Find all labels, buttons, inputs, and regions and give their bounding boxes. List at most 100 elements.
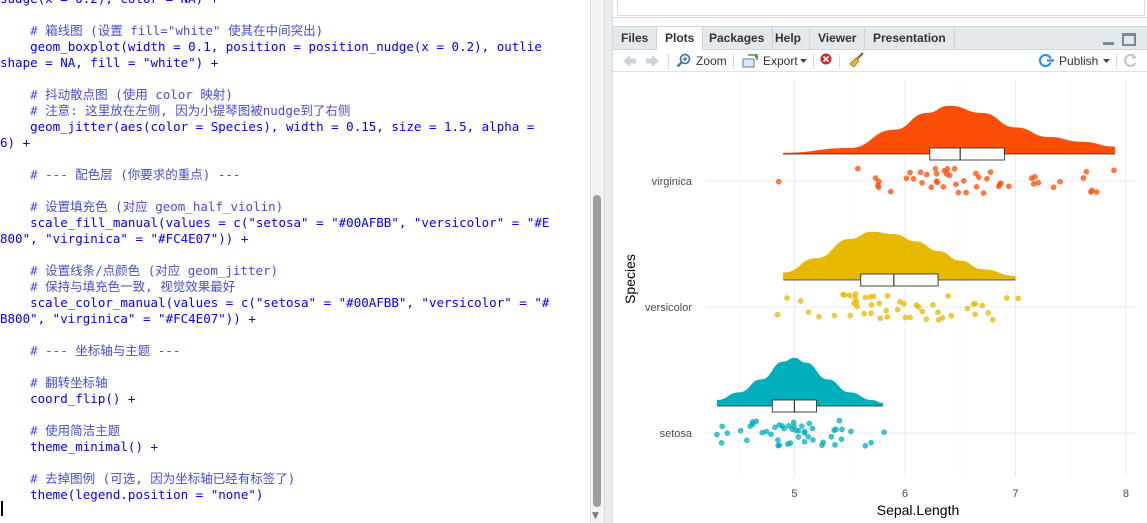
code-line[interactable]: # 去掉图例 (可选, 因为坐标轴已经有标签了) [0, 471, 590, 487]
x-tick-label: 8 [1123, 488, 1129, 500]
code-line[interactable]: # 抖动散点图 (使用 color 映射) [0, 87, 590, 103]
arrow-left-icon[interactable] [621, 54, 637, 70]
code-line[interactable]: coord_flip() + [0, 391, 590, 407]
point-virginica [1080, 175, 1087, 181]
export-icon[interactable] [742, 54, 759, 70]
code-line[interactable]: theme(legend.position = "none") [0, 487, 590, 503]
broom-icon[interactable] [849, 52, 865, 68]
point-virginica [1006, 183, 1012, 190]
code-line[interactable]: theme_minimal() + [0, 439, 590, 455]
code-line[interactable]: # --- 配色层 (你要求的重点) --- [0, 167, 590, 183]
point-virginica [888, 188, 894, 195]
toolbar-separator [1116, 54, 1117, 68]
publish-button[interactable]: Publish [1059, 53, 1098, 69]
point-versicolor [816, 313, 822, 320]
code-line[interactable]: # 注意: 这里放在左侧, 因为小提琴图被nudge到了右侧 [0, 103, 590, 119]
arrow-right-icon[interactable] [645, 54, 661, 70]
tab-files[interactable]: Files [613, 27, 658, 50]
code-line[interactable]: # 翻转坐标轴 [0, 375, 590, 391]
code-lines[interactable]: sudge(x = 0.2), color = NA) + # 箱线图 (设置 … [0, 0, 590, 503]
tab-plots[interactable]: Plots [657, 27, 704, 51]
files-pane-tabbar: Files Plots Packages Help Viewer Present… [613, 26, 1147, 51]
export-button[interactable]: Export [763, 53, 798, 69]
point-virginica [944, 166, 951, 172]
point-virginica [923, 171, 930, 178]
point-versicolor [972, 300, 979, 307]
point-setosa [810, 437, 816, 443]
code-line[interactable]: # 箱线图 (设置 fill="white" 使其在中间突出) [0, 23, 590, 39]
code-line[interactable] [0, 247, 590, 263]
point-virginica [953, 181, 959, 188]
point-virginica [934, 179, 941, 186]
code-line[interactable]: sudge(x = 0.2), color = NA) + [0, 0, 590, 7]
point-setosa [787, 440, 794, 446]
code-line[interactable]: # 使用简洁主题 [0, 423, 590, 439]
code-line[interactable] [0, 7, 590, 23]
code-line[interactable]: geom_boxplot(width = 0.1, position = pos… [0, 39, 590, 55]
point-setosa [790, 419, 797, 426]
point-virginica [973, 184, 980, 190]
box-versicolor [860, 273, 939, 287]
x-axis-title: Sepal.Length [877, 502, 960, 518]
point-virginica [932, 165, 939, 172]
tab-packages[interactable]: Packages [701, 27, 774, 50]
point-setosa [718, 440, 725, 446]
point-setosa [799, 423, 805, 429]
point-setosa [772, 424, 778, 431]
point-versicolor [990, 316, 996, 323]
point-versicolor [901, 301, 907, 307]
code-line[interactable]: shape = NA, fill = "white") + [0, 55, 590, 71]
point-setosa [801, 438, 808, 445]
point-versicolor [945, 293, 952, 299]
point-versicolor [846, 292, 853, 299]
point-versicolor [862, 294, 869, 301]
code-line[interactable] [0, 327, 590, 343]
tab-presentation[interactable]: Presentation [865, 27, 955, 50]
code-line[interactable] [0, 151, 590, 167]
x-tick-label: 6 [902, 488, 908, 500]
code-line[interactable] [0, 407, 590, 423]
minimize-icon[interactable] [1102, 36, 1116, 46]
code-line[interactable]: scale_fill_manual(values = c("setosa" = … [0, 215, 590, 231]
magnifier-icon[interactable] [676, 53, 691, 69]
point-versicolor [868, 310, 874, 317]
code-line[interactable]: B800", "virginica" = "#FC4E07")) + [0, 311, 590, 327]
point-virginica [872, 175, 879, 181]
point-setosa [868, 439, 874, 446]
refresh-icon[interactable] [1123, 53, 1138, 69]
remove-plot-icon[interactable] [820, 53, 832, 69]
tab-help[interactable]: Help [767, 27, 811, 50]
code-line[interactable]: scale_color_manual(values = c("setosa" =… [0, 295, 590, 311]
code-editor[interactable]: sudge(x = 0.2), color = NA) + # 箱线图 (设置 … [0, 0, 604, 523]
point-versicolor [948, 312, 955, 319]
code-line[interactable] [0, 71, 590, 87]
toolbar-separator [668, 54, 669, 68]
code-line[interactable]: # --- 坐标轴与主题 --- [0, 343, 590, 359]
point-setosa [714, 431, 720, 438]
code-line[interactable] [0, 183, 590, 199]
point-virginica [1093, 189, 1100, 195]
code-line[interactable]: # 设置线条/点颜色 (对应 geom_jitter) [0, 263, 590, 279]
code-line[interactable]: 800", "virginica" = "#FC4E07")) + [0, 231, 590, 247]
code-line[interactable] [0, 455, 590, 471]
point-virginica [903, 175, 910, 182]
code-line[interactable]: 6) + [0, 135, 590, 151]
tab-viewer[interactable]: Viewer [810, 27, 866, 50]
toolbar-separator [813, 54, 814, 68]
maximize-icon[interactable] [1122, 33, 1136, 46]
code-line[interactable]: # 设置填充色 (对应 geom_half_violin) [0, 199, 590, 215]
violin-versicolor [783, 231, 1016, 281]
point-virginica [987, 169, 994, 175]
code-line[interactable]: # 保持与填充色一致, 视觉效果最好 [0, 279, 590, 295]
point-setosa [806, 420, 813, 427]
point-versicolor [852, 291, 859, 297]
point-virginica [875, 184, 882, 191]
zoom-button[interactable]: Zoom [696, 53, 727, 69]
point-versicolor [883, 307, 889, 314]
pane-splitter[interactable] [604, 0, 613, 523]
editor-scroll-thumb[interactable] [593, 195, 601, 507]
code-line[interactable] [0, 359, 590, 375]
scroll-down-arrow-icon[interactable]: ▼ [592, 511, 599, 521]
publish-icon[interactable] [1039, 54, 1055, 70]
code-line[interactable]: geom_jitter(aes(color = Species), width … [0, 119, 590, 135]
